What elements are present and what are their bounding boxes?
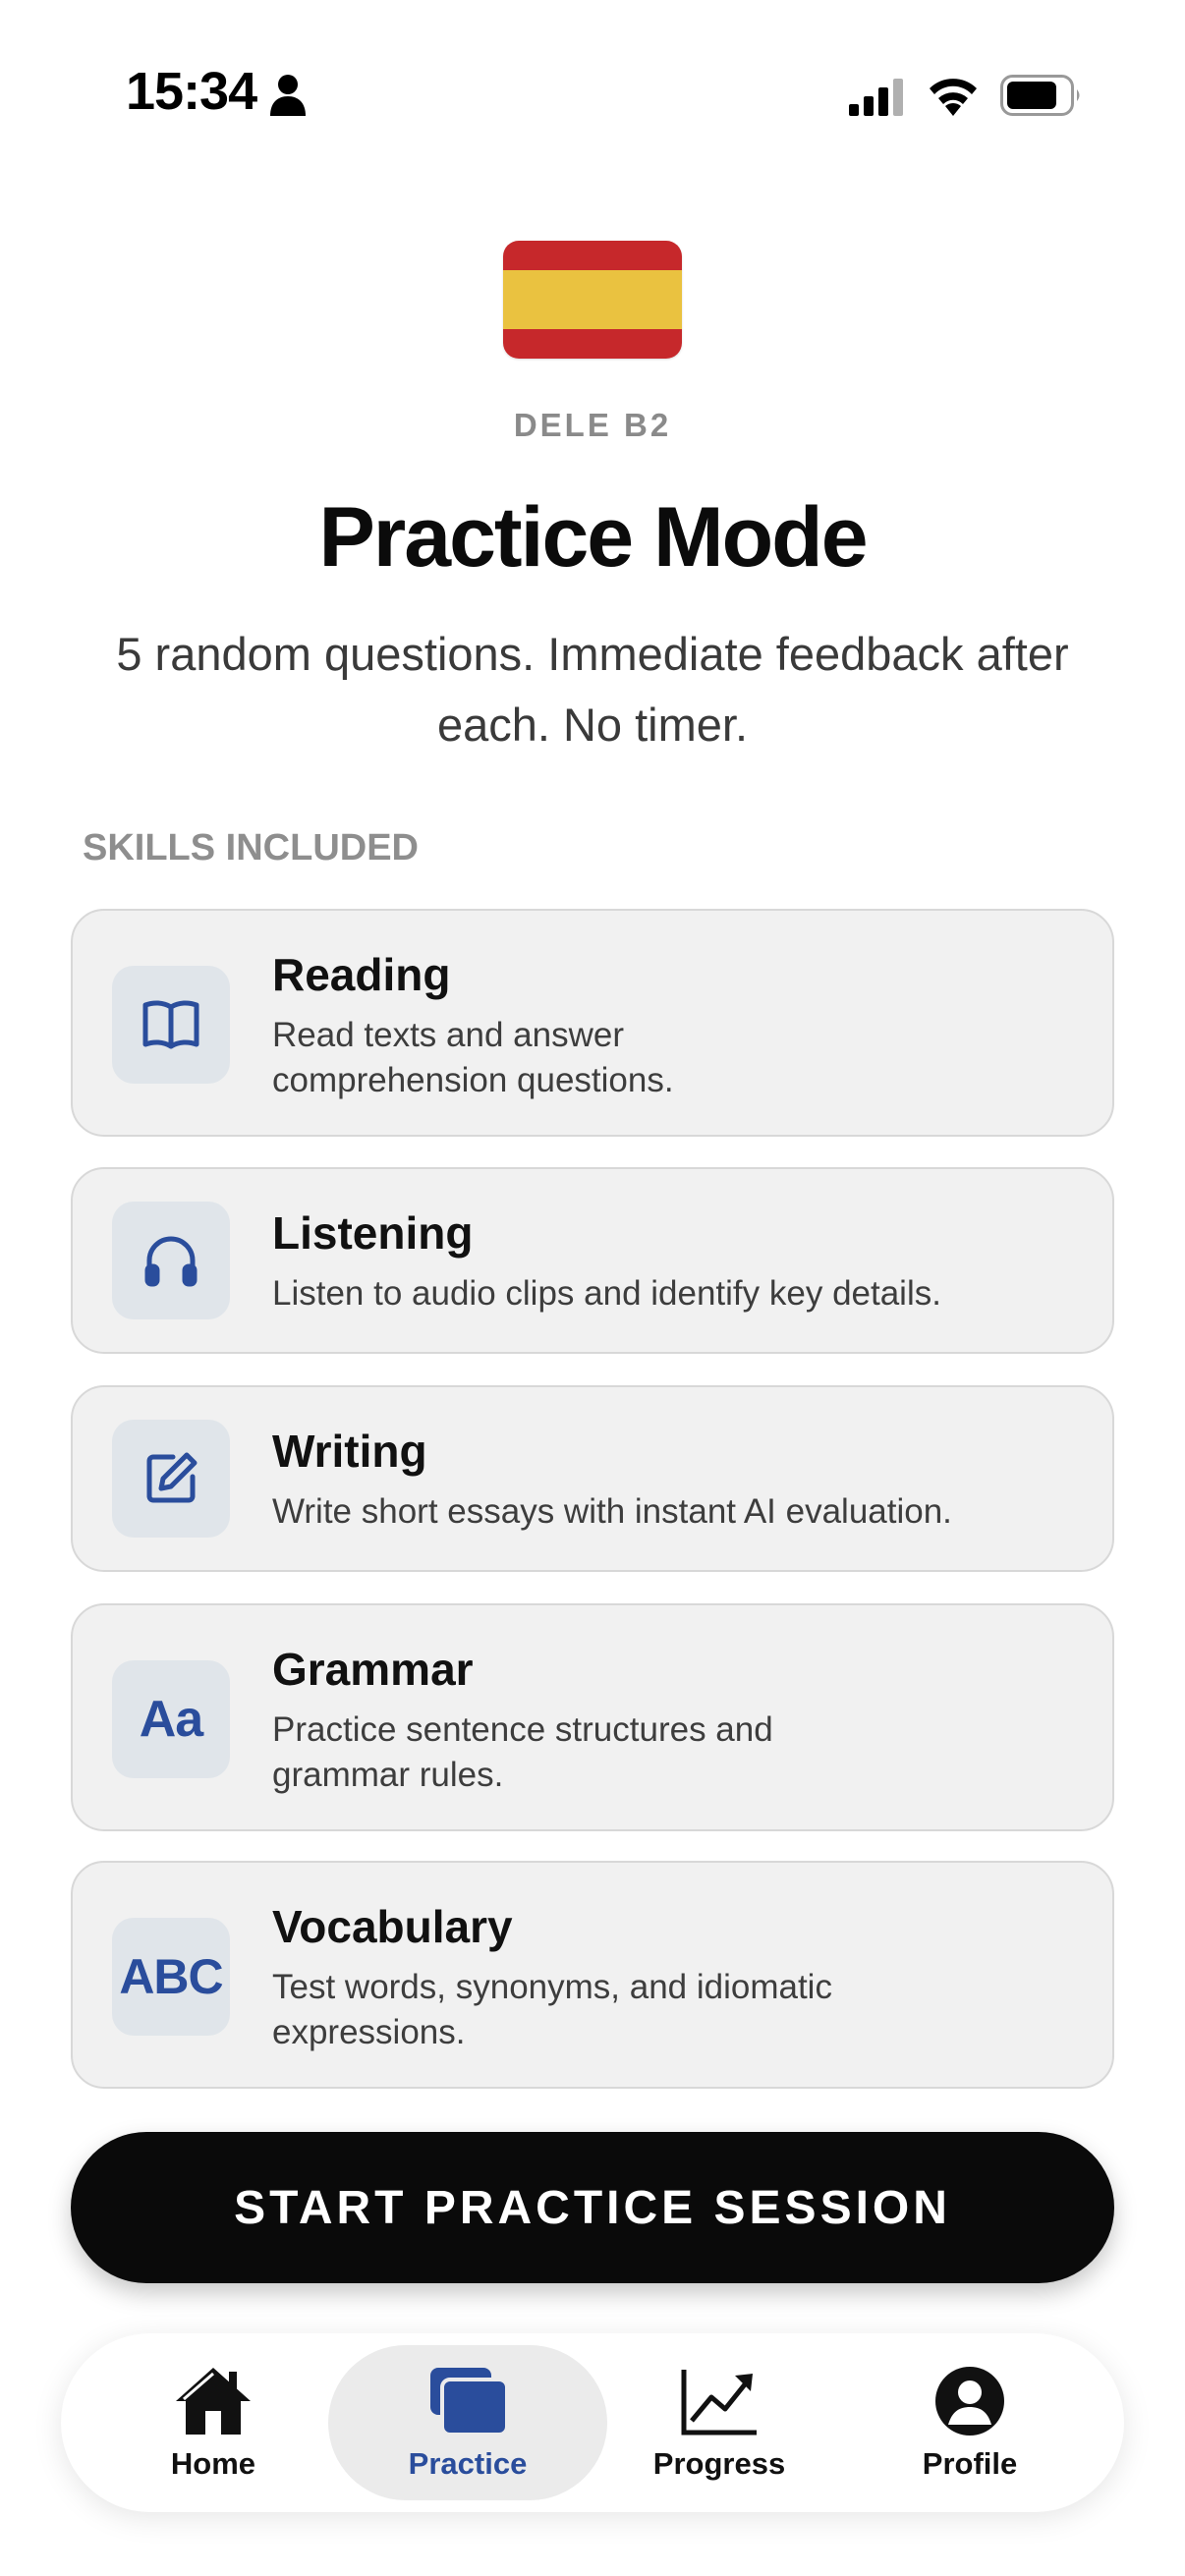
profile-icon xyxy=(935,2367,1004,2436)
start-practice-label: START PRACTICE SESSION xyxy=(234,2181,951,2234)
nav-item-profile[interactable]: Profile xyxy=(847,2345,1093,2500)
nav-label: Practice xyxy=(408,2446,528,2481)
skill-card-reading: Reading Read texts and answer comprehens… xyxy=(71,909,1114,1137)
skill-description: Listen to audio clips and identify key d… xyxy=(272,1274,941,1313)
spain-flag xyxy=(503,241,682,359)
headphones-icon xyxy=(112,1202,230,1319)
skill-title: Grammar xyxy=(272,1644,474,1695)
nav-item-progress[interactable]: Progress xyxy=(596,2345,842,2500)
exam-label: DELE B2 xyxy=(513,407,672,443)
skill-title: Vocabulary xyxy=(272,1901,513,1952)
aa-icon: Aa xyxy=(112,1660,230,1778)
nav-item-home[interactable]: Home xyxy=(90,2345,336,2500)
skill-title: Reading xyxy=(272,949,451,1000)
nav-item-practice[interactable]: Practice xyxy=(328,2345,607,2500)
nav-label: Home xyxy=(170,2446,256,2481)
chart-icon xyxy=(681,2370,757,2436)
signal-icon xyxy=(849,79,903,116)
abc-icon-text: ABC xyxy=(119,1949,223,2004)
skill-card-writing: Writing Write short essays with instant … xyxy=(71,1385,1114,1572)
skill-card-vocabulary: ABC Vocabulary Test words, synonyms, and… xyxy=(71,1861,1114,2089)
person-icon xyxy=(270,75,306,116)
page-title: Practice Mode xyxy=(318,490,868,585)
skill-card-grammar: Aa Grammar Practice sentence structures … xyxy=(71,1603,1114,1831)
skills-section-label: SKILLS INCLUDED xyxy=(83,827,419,868)
skill-title: Listening xyxy=(272,1207,474,1259)
aa-icon-text: Aa xyxy=(139,1691,203,1748)
skill-title: Writing xyxy=(272,1426,427,1477)
cards-icon xyxy=(430,2368,509,2436)
skill-description: Write short essays with instant AI evalu… xyxy=(272,1492,952,1531)
nav-label: Profile xyxy=(922,2446,1018,2481)
status-time: 15:34 xyxy=(126,62,257,121)
page-subtitle: 5 random questions. Immediate feedback a… xyxy=(116,628,1069,751)
skill-description: Read texts and answer comprehension ques… xyxy=(272,1016,674,1099)
skill-description: Practice sentence structures and grammar… xyxy=(272,1710,773,1794)
status-bar: 15:34 xyxy=(0,0,1185,196)
home-icon xyxy=(176,2368,251,2435)
bottom-nav: Home Practice Progress Profile xyxy=(61,2333,1124,2512)
nav-label: Progress xyxy=(652,2446,786,2481)
skill-card-listening: Listening Listen to audio clips and iden… xyxy=(71,1167,1114,1354)
start-practice-button[interactable]: START PRACTICE SESSION xyxy=(71,2132,1114,2283)
battery-icon xyxy=(1000,75,1080,116)
wifi-icon xyxy=(930,79,977,116)
book-icon xyxy=(112,966,230,1084)
edit-icon xyxy=(112,1420,230,1538)
abc-icon: ABC xyxy=(112,1918,230,2036)
skill-description: Test words, synonyms, and idiomatic expr… xyxy=(272,1968,832,2051)
